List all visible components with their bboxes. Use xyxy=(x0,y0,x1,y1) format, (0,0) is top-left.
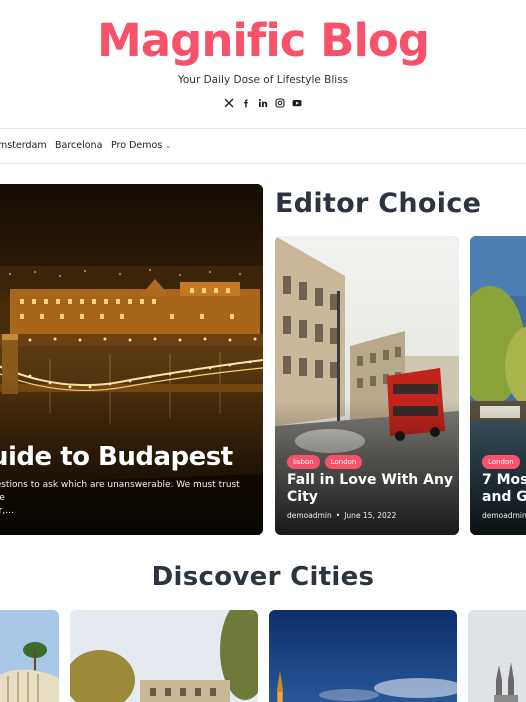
card-tags: London xyxy=(482,455,520,469)
hero-post[interactable]: uide to Budapest uestions to ask which a… xyxy=(0,184,263,535)
main-navigation: msterdam Barcelona Pro Demos ⌄ xyxy=(0,130,526,164)
discover-cities-heading: Discover Cities xyxy=(151,562,375,592)
tag-lisbon[interactable]: lisbon xyxy=(287,455,320,469)
tag-london[interactable]: London xyxy=(482,455,520,469)
city-card[interactable] xyxy=(269,610,457,702)
city-image-cathedral xyxy=(468,610,526,702)
card-date: June 15, 2022 xyxy=(344,511,397,520)
tag-london[interactable]: London xyxy=(324,455,363,469)
nav-item-amsterdam[interactable]: msterdam xyxy=(0,140,47,151)
card-tags: lisbon London xyxy=(287,455,363,469)
chevron-down-icon: ⌄ xyxy=(165,142,172,150)
card-title[interactable]: Fall in Love With Any City xyxy=(287,472,457,506)
site-title[interactable]: Magnific Blog xyxy=(0,14,526,67)
nav-item-pro-demos[interactable]: Pro Demos ⌄ xyxy=(111,140,171,151)
card-title[interactable]: 7 Most and Ge xyxy=(482,472,526,506)
social-links xyxy=(0,96,526,110)
city-image-dusk-skyline xyxy=(269,610,457,702)
meta-separator: • xyxy=(335,511,341,520)
hero-post-title[interactable]: uide to Budapest xyxy=(0,442,233,472)
x-icon[interactable] xyxy=(224,96,235,110)
nav-item-label: Pro Demos xyxy=(111,140,163,151)
hero-excerpt-line: uestions to ask which are unanswerable. … xyxy=(0,480,240,503)
site-header: Magnific Blog Your Daily Dose of Lifesty… xyxy=(0,0,526,129)
city-image-barcelona xyxy=(0,610,59,702)
editor-choice-card[interactable]: lisbon London Fall in Love With Any City… xyxy=(275,236,459,535)
youtube-icon[interactable] xyxy=(292,96,303,110)
city-card[interactable] xyxy=(70,610,258,702)
card-author[interactable]: demoadmin xyxy=(287,511,332,520)
nav-item-barcelona[interactable]: Barcelona xyxy=(55,140,102,151)
card-meta: demoadmin • June 15, 2022 xyxy=(287,511,396,520)
card-author[interactable]: demoadmin xyxy=(482,511,526,520)
city-card[interactable] xyxy=(0,610,59,702)
editor-choice-heading: Editor Choice xyxy=(275,188,482,219)
editor-choice-card[interactable]: London 7 Most and Ge demoadmin xyxy=(470,236,526,535)
city-card[interactable] xyxy=(468,610,526,702)
hero-post-excerpt: uestions to ask which are unanswerable. … xyxy=(0,479,252,518)
linkedin-icon[interactable] xyxy=(258,96,269,110)
site-tagline: Your Daily Dose of Lifestyle Bliss xyxy=(177,74,349,86)
instagram-icon[interactable] xyxy=(275,96,286,110)
hero-excerpt-line: far,... xyxy=(0,506,14,516)
facebook-icon[interactable] xyxy=(241,96,252,110)
city-image-canal-street xyxy=(70,610,258,702)
card-meta: demoadmin xyxy=(482,511,526,520)
